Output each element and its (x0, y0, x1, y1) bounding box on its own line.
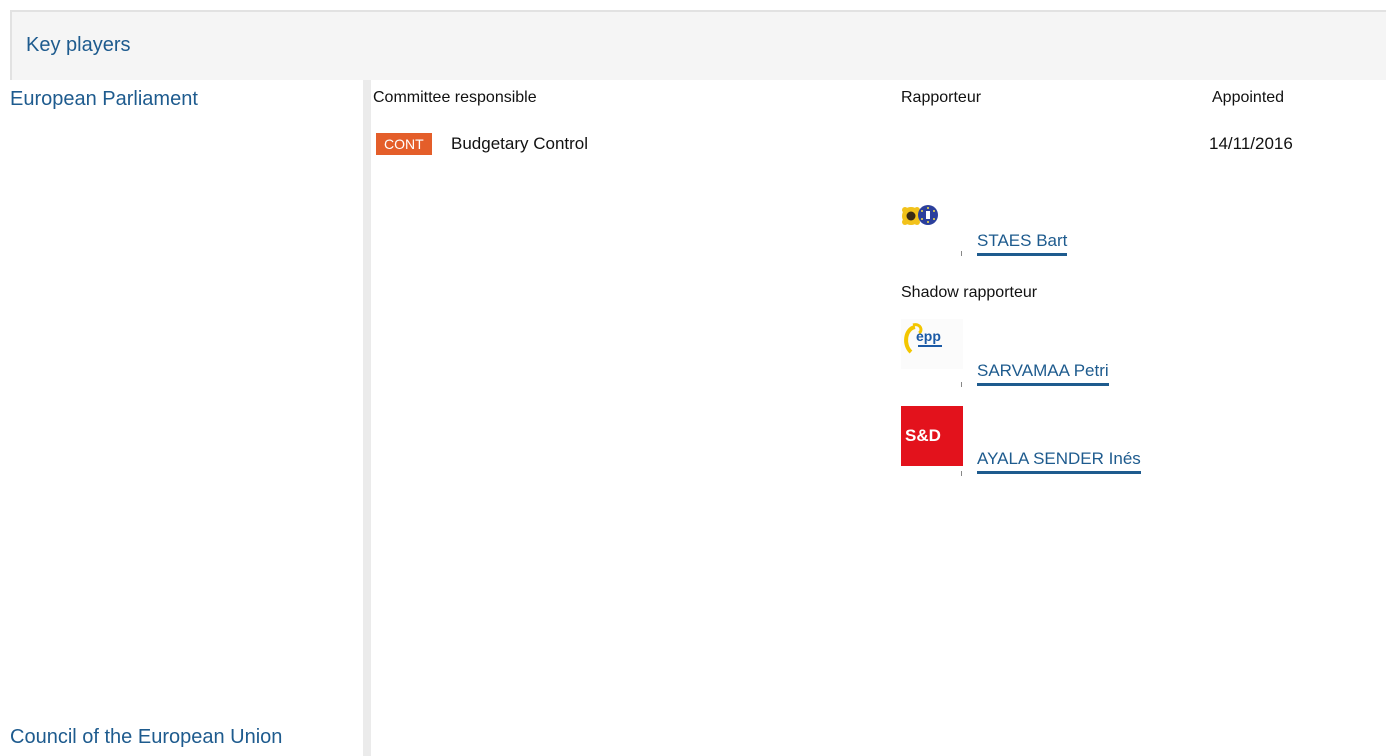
appointed-date: 14/11/2016 (1209, 134, 1293, 153)
top-strip (0, 0, 1386, 10)
appointed-header: Appointed (1212, 89, 1285, 106)
greens-efa-logo-icon (902, 205, 938, 225)
svg-text:epp: epp (916, 328, 941, 344)
rapporteur-link[interactable]: STAES Bart (977, 231, 1068, 256)
institution-european-parliament: European Parliament (10, 88, 198, 110)
committee-name: Budgetary Control (451, 134, 589, 153)
s-and-d-logo-icon: S&D (901, 406, 963, 466)
efa-globe-icon (918, 205, 938, 225)
shadow-rapporteur-label: Shadow rapporteur (901, 284, 1038, 301)
epp-logo-icon: epp (901, 319, 963, 369)
sunflower-icon (902, 207, 920, 225)
column-divider (363, 80, 371, 756)
link-marker (961, 382, 962, 387)
shadow-rapporteur-link[interactable]: AYALA SENDER Inés (977, 449, 1141, 474)
section-title: Key players (26, 34, 131, 56)
s-and-d-logo-text: S&D (905, 426, 941, 445)
link-marker (961, 471, 962, 476)
committee-badge: CONT (376, 133, 432, 155)
section-header: Key players (10, 10, 1386, 80)
shadow-rapporteur-link[interactable]: SARVAMAA Petri (977, 361, 1109, 386)
link-marker (961, 251, 962, 256)
committee-responsible-header: Committee responsible (373, 89, 537, 106)
institution-council: Council of the European Union (10, 726, 283, 748)
institution-column: European Parliament Council of the Europ… (0, 80, 360, 756)
rapporteur-header: Rapporteur (901, 89, 982, 106)
